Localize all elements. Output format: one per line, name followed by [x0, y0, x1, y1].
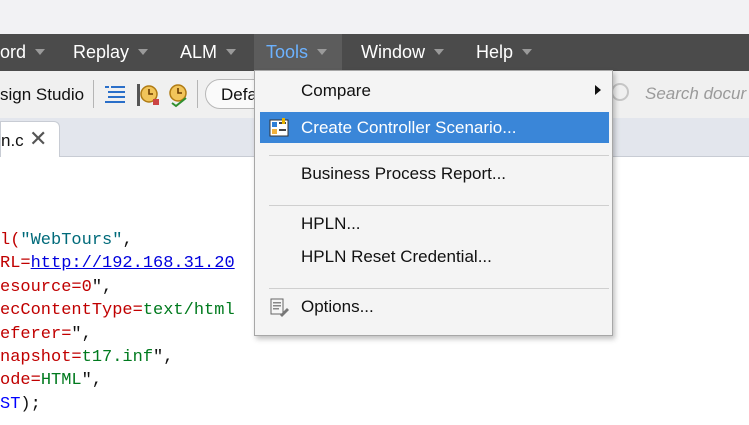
code-token: esource=0 — [0, 277, 92, 297]
chevron-down-icon — [35, 49, 46, 56]
code-line: ode=HTML", — [0, 371, 102, 390]
code-token: t17.inf — [81, 348, 154, 367]
menu-separator — [269, 205, 609, 206]
chevron-down-icon — [317, 49, 328, 56]
clock-search-icon[interactable] — [135, 82, 161, 108]
search-icon[interactable] — [611, 83, 629, 101]
menu-replay-label: Replay — [73, 42, 130, 62]
chevron-down-icon — [522, 49, 533, 56]
menu-record-label: ord — [0, 42, 27, 62]
code-token: ode= — [0, 371, 41, 391]
menu-help[interactable]: Help — [476, 34, 533, 71]
controller-scenario-icon — [269, 118, 289, 137]
code-token: http://192.168.31.20 — [30, 254, 235, 274]
menu-item-hpln-reset-credential[interactable]: HPLN Reset Credential... — [260, 241, 609, 272]
code-token: , — [122, 231, 133, 250]
menu-item-options-label: Options... — [301, 297, 374, 316]
close-icon[interactable]: ✕ — [29, 128, 47, 150]
toolbar-separator — [197, 80, 198, 108]
menu-record[interactable]: ord — [0, 34, 46, 71]
menu-item-hpln-label: HPLN... — [301, 214, 361, 233]
menu-item-business-process-report-label: Business Process Report... — [301, 164, 507, 183]
chevron-down-icon — [138, 49, 149, 56]
chevron-down-icon — [226, 49, 237, 56]
clock-check-icon[interactable] — [166, 82, 192, 108]
tools-dropdown-menu: Compare Create Controller Scenario... Bu… — [254, 70, 613, 336]
menu-separator — [269, 288, 609, 289]
document-tab-label: n.c — [1, 131, 24, 150]
menu-item-business-process-report[interactable]: Business Process Report... — [260, 158, 609, 189]
menu-window[interactable]: Window — [361, 34, 445, 71]
menu-item-hpln-reset-credential-label: HPLN Reset Credential... — [301, 247, 492, 266]
menu-item-hpln[interactable]: HPLN... — [260, 208, 609, 239]
code-line: napshot=t17.inf", — [0, 348, 173, 367]
chevron-down-icon — [434, 49, 445, 56]
code-token: text/html — [142, 301, 235, 321]
code-token: RL= — [0, 254, 31, 274]
code-token: ", — [153, 348, 174, 367]
menu-window-label: Window — [361, 42, 426, 62]
menu-bar: ord Replay ALM Tools Window Help — [0, 34, 749, 71]
code-token: ", — [91, 277, 113, 297]
code-token: "WebTours" — [20, 231, 123, 250]
code-token: ", — [71, 324, 92, 344]
code-token: ST — [0, 394, 21, 414]
menu-alm[interactable]: ALM — [180, 34, 237, 71]
menu-tools-label: Tools — [266, 42, 309, 62]
code-line: esource=0", — [0, 278, 112, 297]
design-studio-button[interactable]: sign Studio — [0, 85, 84, 105]
code-token: ", — [81, 371, 103, 391]
title-strip — [0, 0, 749, 34]
code-token: ); — [20, 394, 41, 414]
code-token: eferer= — [0, 324, 72, 344]
menu-help-label: Help — [476, 42, 514, 62]
code-token: napshot= — [0, 348, 82, 367]
menu-item-create-controller-scenario[interactable]: Create Controller Scenario... — [260, 112, 609, 143]
menu-item-compare[interactable]: Compare — [260, 75, 609, 106]
options-icon — [270, 298, 289, 317]
document-tab[interactable]: n.c ✕ — [0, 121, 60, 157]
code-line: ecContentType=text/html — [0, 301, 235, 320]
code-line: eferer=", — [0, 325, 92, 344]
code-line: l("WebTours", — [0, 231, 133, 250]
menu-tools[interactable]: Tools — [254, 34, 342, 71]
list-lines-icon[interactable] — [102, 82, 128, 108]
menu-separator — [269, 155, 609, 156]
code-line: ST); — [0, 395, 41, 414]
code-token: HTML — [40, 371, 82, 391]
menu-item-create-controller-scenario-label: Create Controller Scenario... — [301, 118, 517, 137]
toolbar-separator — [93, 80, 94, 108]
code-line: RL=http://192.168.31.20 — [0, 254, 235, 273]
menu-alm-label: ALM — [180, 42, 218, 62]
code-token: l( — [0, 231, 21, 250]
search-input[interactable]: Search docur — [645, 84, 746, 104]
code-token: ecContentType= — [0, 301, 143, 321]
menu-replay[interactable]: Replay — [73, 34, 149, 71]
menu-item-options[interactable]: Options... — [260, 291, 609, 322]
menu-item-compare-label: Compare — [301, 81, 371, 100]
chevron-right-icon — [595, 85, 601, 95]
